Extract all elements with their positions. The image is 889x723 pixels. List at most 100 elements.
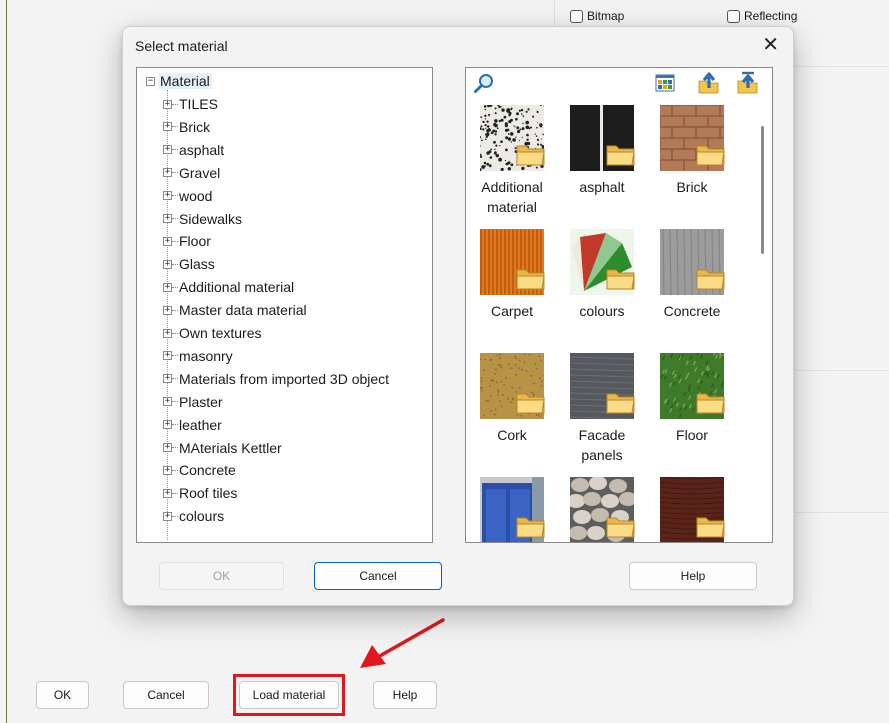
expand-icon[interactable]: +: [163, 145, 172, 155]
view-grid-icon[interactable]: [653, 71, 677, 95]
reflecting-checkbox[interactable]: Reflecting: [727, 9, 797, 23]
tree-item-label[interactable]: Glass: [179, 256, 215, 272]
expand-icon[interactable]: +: [163, 236, 172, 246]
folder-icon: [606, 266, 636, 293]
expand-icon[interactable]: +: [163, 191, 172, 201]
tree-item[interactable]: + asphalt: [163, 139, 224, 161]
tree-item[interactable]: + Additional material: [163, 276, 294, 298]
expand-icon[interactable]: +: [163, 168, 172, 178]
dialog-ok-button[interactable]: OK: [159, 562, 284, 590]
tree-item[interactable]: + colours: [163, 505, 224, 527]
tree-item[interactable]: + Brick: [163, 116, 210, 138]
folder-up-icon[interactable]: [697, 71, 721, 95]
search-icon[interactable]: [472, 71, 496, 95]
expand-icon[interactable]: +: [163, 305, 172, 315]
tree-item-label[interactable]: Brick: [179, 119, 210, 135]
material-tile[interactable]: Facade panels: [562, 353, 642, 465]
tree-item-label[interactable]: Materials from imported 3D object: [179, 371, 389, 387]
close-icon[interactable]: ✕: [762, 33, 779, 57]
tree-item-label[interactable]: Own textures: [179, 325, 261, 341]
tree-item[interactable]: + Materials from imported 3D object: [163, 368, 389, 390]
tree-item-label[interactable]: TILES: [179, 96, 218, 112]
dialog-cancel-button[interactable]: Cancel: [314, 562, 442, 590]
vertical-scrollbar[interactable]: [761, 126, 764, 254]
material-grid[interactable]: Additional material asphalt Brick Carpet col…: [465, 67, 773, 543]
folder-top-icon[interactable]: [736, 71, 760, 95]
tree-item-label[interactable]: Plaster: [179, 394, 223, 410]
tree-item-label[interactable]: Floor: [179, 233, 211, 249]
material-tile[interactable]: [472, 477, 552, 542]
expand-icon[interactable]: +: [163, 397, 172, 407]
tree-item[interactable]: + Plaster: [163, 391, 223, 413]
material-tile[interactable]: Cork: [472, 353, 552, 445]
tree-item[interactable]: + leather: [163, 414, 222, 436]
checkbox-box[interactable]: [570, 9, 583, 23]
tree-connector: [172, 378, 178, 380]
tree-item[interactable]: + Concrete: [163, 459, 236, 481]
tree-item[interactable]: + Roof tiles: [163, 482, 237, 504]
tree-item-label[interactable]: Gravel: [179, 165, 220, 181]
material-label: Carpet: [490, 303, 534, 319]
tree-item[interactable]: + Gravel: [163, 162, 220, 184]
tree-item-label[interactable]: leather: [179, 417, 222, 433]
tree-item[interactable]: + Own textures: [163, 322, 261, 344]
tree-root[interactable]: − Material: [146, 70, 212, 92]
tree-item[interactable]: + TILES: [163, 93, 218, 115]
expand-icon[interactable]: +: [163, 351, 172, 361]
tree-item-label[interactable]: Sidewalks: [179, 211, 242, 227]
tree-root-label[interactable]: Material: [158, 73, 212, 89]
expand-icon[interactable]: +: [163, 282, 172, 292]
material-tile[interactable]: Concrete: [652, 228, 732, 321]
tree-item[interactable]: + MAterials Kettler: [163, 437, 282, 459]
tree-item-label[interactable]: Master data material: [179, 302, 307, 318]
expand-icon[interactable]: +: [163, 99, 172, 109]
dialog-help-button[interactable]: Help: [629, 562, 757, 590]
folder-icon: [516, 142, 546, 169]
ok-button[interactable]: OK: [36, 681, 89, 709]
tree-item-label[interactable]: asphalt: [179, 142, 224, 158]
tree-item[interactable]: + wood: [163, 185, 212, 207]
bitmap-checkbox[interactable]: Bitmap: [570, 9, 624, 23]
expand-icon[interactable]: +: [163, 420, 172, 430]
tree-item[interactable]: + Floor: [163, 230, 211, 252]
tree-item-label[interactable]: Roof tiles: [179, 485, 237, 501]
checkbox-box[interactable]: [727, 9, 740, 23]
expand-icon[interactable]: +: [163, 214, 172, 223]
expand-icon[interactable]: +: [163, 328, 172, 338]
material-tile[interactable]: Floor: [652, 351, 732, 445]
tree-item-label[interactable]: colours: [179, 508, 224, 524]
tree-item-label[interactable]: Concrete: [179, 462, 236, 478]
collapse-icon[interactable]: −: [146, 76, 155, 86]
expand-icon[interactable]: +: [163, 259, 172, 269]
material-tile[interactable]: [652, 476, 732, 542]
tree-item-label[interactable]: MAterials Kettler: [179, 440, 282, 456]
tree-item-label[interactable]: masonry: [179, 348, 233, 364]
tree-item[interactable]: + Master data material: [163, 299, 307, 321]
cancel-button[interactable]: Cancel: [123, 681, 209, 709]
tree-item[interactable]: + Sidewalks: [163, 208, 242, 230]
material-tile[interactable]: Brick: [652, 104, 732, 197]
expand-icon[interactable]: +: [163, 511, 172, 521]
material-thumbnail: [570, 105, 635, 171]
folder-icon: [516, 390, 546, 417]
material-tile[interactable]: [562, 476, 642, 542]
expand-icon[interactable]: +: [163, 443, 172, 452]
folder-icon: [516, 266, 546, 293]
tree-item[interactable]: + masonry: [163, 345, 233, 367]
help-button[interactable]: Help: [373, 681, 437, 709]
checkbox-label: Reflecting: [744, 9, 798, 23]
expand-icon[interactable]: +: [163, 488, 172, 498]
expand-icon[interactable]: +: [163, 374, 172, 384]
material-tree[interactable]: − Material + TILES + Brick + asphalt + Gravel + w…: [136, 67, 433, 543]
material-tile[interactable]: asphalt: [562, 105, 642, 197]
tree-connector: [172, 103, 178, 105]
expand-icon[interactable]: +: [163, 122, 172, 132]
expand-icon[interactable]: +: [163, 465, 172, 475]
tree-item-label[interactable]: wood: [179, 188, 212, 204]
material-tile[interactable]: Additional material: [472, 103, 552, 217]
material-tile[interactable]: Carpet: [472, 229, 552, 321]
tree-item-label[interactable]: Additional material: [179, 279, 294, 295]
material-tile[interactable]: colours: [562, 229, 642, 321]
tree-connector: [172, 195, 178, 197]
tree-item[interactable]: + Glass: [163, 253, 215, 275]
